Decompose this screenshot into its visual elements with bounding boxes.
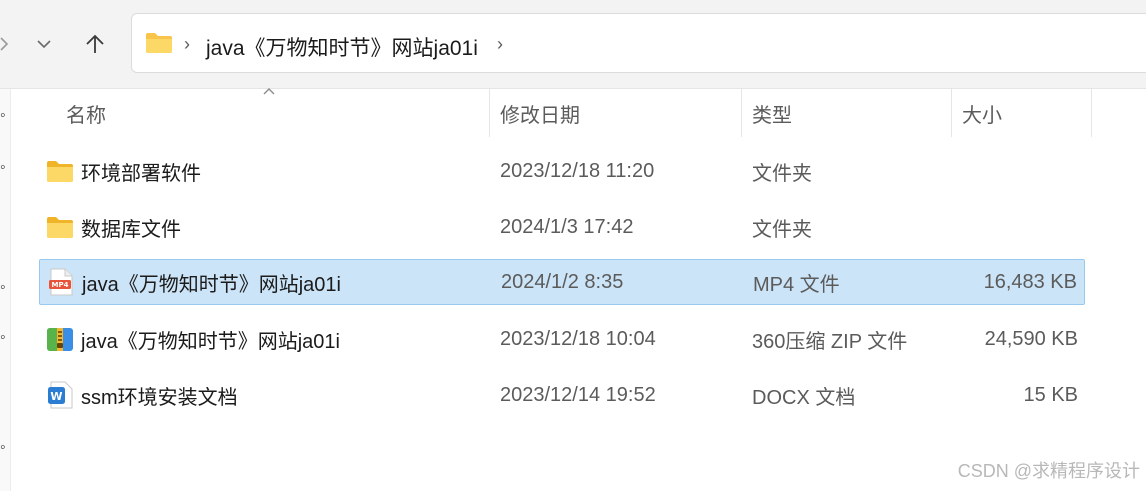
up-button[interactable] [77, 26, 113, 62]
file-size: 15 KB [1023, 383, 1078, 406]
file-date: 2024/1/3 17:42 [500, 215, 634, 238]
file-explorer-window: › java《万物知时节》网站ja01i › ◦ ◦ ◦ ◦ ◦ 名称 修改日期… [0, 0, 1146, 491]
file-row-selected[interactable]: MP4 java《万物知时节》网站ja01i 2024/1/2 8:35 MP4… [39, 259, 1085, 305]
file-size: 24,590 KB [984, 327, 1078, 350]
pane-item-fragment: ◦ [0, 279, 6, 296]
file-name: 数据库文件 [81, 218, 181, 241]
file-type: 文件夹 [752, 162, 812, 185]
pane-item-fragment: ◦ [0, 329, 6, 346]
file-name: ssm环境安装文档 [81, 386, 238, 409]
forward-button[interactable] [0, 26, 22, 62]
chevron-right-icon [0, 37, 9, 51]
arrow-up-icon [86, 34, 104, 53]
folder-icon [47, 161, 73, 182]
pane-item-fragment: ◦ [0, 159, 6, 176]
pane-item-fragment: ◦ [0, 107, 6, 124]
path-separator: › [184, 34, 190, 54]
file-date: 2024/1/2 8:35 [501, 270, 624, 293]
breadcrumb-current-folder[interactable]: java《万物知时节》网站ja01i [206, 32, 478, 62]
address-bar[interactable]: › java《万物知时节》网站ja01i › [131, 13, 1146, 73]
folder-icon [47, 217, 73, 238]
navigation-bar: › java《万物知时节》网站ja01i › [0, 0, 1146, 89]
path-separator[interactable]: › [497, 34, 503, 55]
chevron-down-icon [37, 40, 51, 49]
file-row[interactable]: java《万物知时节》网站ja01i 2023/12/18 10:04 360压… [39, 316, 1085, 362]
file-row[interactable]: 数据库文件 2024/1/3 17:42 文件夹 [39, 204, 1085, 250]
file-date: 2023/12/18 11:20 [500, 159, 655, 182]
file-name: java《万物知时节》网站ja01i [81, 330, 340, 353]
pane-item-fragment: ◦ [0, 439, 6, 456]
file-date: 2023/12/18 10:04 [500, 327, 656, 350]
file-type: 文件夹 [752, 218, 812, 241]
zip-archive-icon [47, 328, 73, 351]
column-header-date[interactable]: 修改日期 [490, 89, 742, 137]
file-type: DOCX 文档 [752, 386, 856, 409]
docx-icon-label: W [50, 390, 62, 403]
column-header-type[interactable]: 类型 [742, 89, 952, 137]
file-name: 环境部署软件 [81, 162, 201, 185]
file-type: MP4 文件 [753, 273, 840, 296]
file-size: 16,483 KB [983, 270, 1077, 293]
watermark: CSDN @求精程序设计 [957, 461, 1140, 481]
file-type: 360压缩 ZIP 文件 [752, 330, 908, 353]
recent-locations-button[interactable] [26, 26, 62, 62]
column-header-size[interactable]: 大小 [952, 89, 1092, 137]
file-row[interactable]: W ssm环境安装文档 2023/12/14 19:52 DOCX 文档 15 … [39, 372, 1085, 418]
file-name: java《万物知时节》网站ja01i [82, 273, 341, 296]
column-header-name[interactable]: 名称 [54, 89, 490, 137]
file-date: 2023/12/14 19:52 [500, 383, 656, 406]
mp4-file-icon: MP4 [49, 268, 73, 296]
mp4-icon-label: MP4 [52, 281, 69, 289]
navigation-pane-edge[interactable]: ◦ ◦ ◦ ◦ ◦ [0, 89, 11, 491]
file-row[interactable]: 环境部署软件 2023/12/18 11:20 文件夹 [39, 148, 1085, 194]
docx-file-icon: W [48, 381, 73, 409]
folder-icon [146, 33, 172, 53]
